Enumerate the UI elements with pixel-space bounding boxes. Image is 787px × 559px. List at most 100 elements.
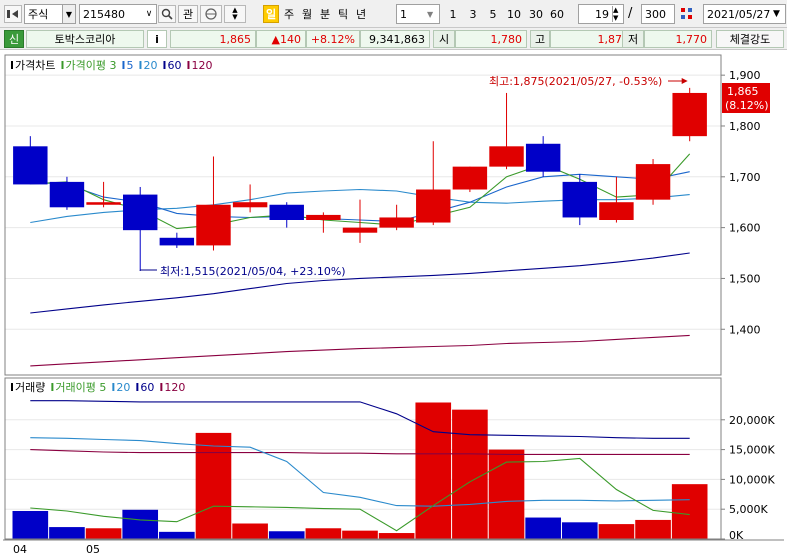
volume-bar[interactable] xyxy=(195,432,232,539)
volume-tick-label: 20,000K xyxy=(729,414,775,427)
candle-body[interactable] xyxy=(269,204,304,220)
candle-body[interactable] xyxy=(306,214,341,220)
relation-button[interactable]: 관 xyxy=(178,5,198,23)
candle-body[interactable] xyxy=(379,217,414,228)
candle-body[interactable] xyxy=(13,146,48,185)
date-picker-value: 2021/05/27 xyxy=(707,7,771,21)
price-legend-marker xyxy=(61,61,64,69)
chart-area[interactable]: 1,900 1,800 1,700 1,600 1,500 1,400 20,000K 15,… xyxy=(3,53,784,556)
chevron-down-icon[interactable]: ▼ xyxy=(427,10,439,19)
volume-bar[interactable] xyxy=(85,528,122,539)
tab-minute[interactable]: 분 xyxy=(317,5,333,23)
tab-year[interactable]: 년 xyxy=(353,5,369,23)
volume-bar[interactable] xyxy=(671,484,708,539)
candle-body[interactable] xyxy=(86,202,121,205)
candle-body[interactable] xyxy=(196,204,231,246)
volume-tick-label: 10,000K xyxy=(729,473,775,486)
volume-bar[interactable] xyxy=(12,510,49,539)
candle-body[interactable] xyxy=(122,194,158,231)
volume-bar[interactable] xyxy=(635,519,671,539)
market-select[interactable]: 주식 ▼ xyxy=(24,4,76,24)
candle-body[interactable] xyxy=(49,181,85,208)
chevron-down-icon[interactable]: ∨ xyxy=(142,9,156,19)
strength-button[interactable]: 체결강도 xyxy=(716,30,784,48)
chevron-down-icon[interactable]: ▼ xyxy=(62,5,75,23)
preset-1[interactable]: 1 xyxy=(446,5,460,23)
search-button[interactable] xyxy=(158,5,176,23)
panel-toggle-icon[interactable] xyxy=(4,5,22,23)
count-stepper-icon[interactable]: ▲ ▼ xyxy=(612,6,623,22)
candle-body[interactable] xyxy=(416,189,451,223)
tab-month[interactable]: 월 xyxy=(299,5,315,23)
candle-body[interactable] xyxy=(342,227,378,233)
stock-info-bar: 신 토박스코리아 i 1,865 ▲140 +8.12% 9,341,863 시… xyxy=(0,28,787,50)
current-price: 1,865 xyxy=(170,30,256,48)
volume-bar[interactable] xyxy=(122,509,159,539)
total-input-value: 300 xyxy=(645,7,666,21)
candle-body[interactable] xyxy=(672,92,707,137)
tab-week[interactable]: 주 xyxy=(281,5,297,23)
candle-body[interactable] xyxy=(489,146,524,167)
stock-code-input[interactable]: 215480 ∨ xyxy=(79,4,157,24)
stock-name: 토박스코리아 xyxy=(26,30,144,48)
total-input[interactable]: 300 xyxy=(641,4,675,24)
candle-body[interactable] xyxy=(452,166,488,190)
volume-legend-marker xyxy=(51,383,54,391)
volume-bar[interactable] xyxy=(268,531,305,539)
volume-legend-marker xyxy=(160,383,163,391)
price-tick-label: 1,800 xyxy=(729,120,761,133)
low-price: 1,770 xyxy=(644,30,712,48)
volume-bar[interactable] xyxy=(488,449,525,539)
search-icon xyxy=(161,8,173,20)
candle-body[interactable] xyxy=(232,202,268,208)
preset-3[interactable]: 3 xyxy=(466,5,480,23)
settings-button[interactable] xyxy=(677,5,697,23)
chevron-down-icon[interactable]: ▼ xyxy=(773,9,785,19)
tab-day[interactable]: 일 xyxy=(263,5,279,23)
preset-60[interactable]: 60 xyxy=(548,5,566,23)
info-button[interactable]: i xyxy=(147,30,167,48)
volume-legend-label: 거래이평 5 xyxy=(55,381,106,394)
stock-chart[interactable]: 1,900 1,800 1,700 1,600 1,500 1,400 20,000K 15,… xyxy=(3,53,784,556)
volume-bar[interactable] xyxy=(49,527,85,539)
volume-bar[interactable] xyxy=(159,531,195,539)
stepper-button[interactable]: ▲ ▼ xyxy=(224,5,246,23)
volume-bar[interactable] xyxy=(342,530,378,539)
volume-legend-label: 60 xyxy=(140,381,154,394)
period-select[interactable]: 1 ▼ xyxy=(396,4,440,24)
stepper-down-icon[interactable]: ▼ xyxy=(232,14,237,21)
volume-bar[interactable] xyxy=(415,402,452,539)
candle-body[interactable] xyxy=(599,202,634,220)
count-input[interactable]: 19 ▲ ▼ xyxy=(578,4,624,24)
preset-30[interactable]: 30 xyxy=(527,5,545,23)
candle-body[interactable] xyxy=(562,181,598,218)
date-picker[interactable]: 2021/05/27 ▼ xyxy=(703,4,786,24)
link-button[interactable] xyxy=(200,5,222,23)
price-legend-label: 가격이평 3 xyxy=(65,59,116,72)
price-tick-label: 1,500 xyxy=(729,272,761,285)
count-input-value: 19 xyxy=(595,7,609,21)
candle-body[interactable] xyxy=(525,143,561,172)
volume-bar[interactable] xyxy=(598,524,635,539)
current-price-label: 1,865 xyxy=(727,85,759,98)
x-label-05: 05 xyxy=(86,543,100,556)
current-rate-label: (8.12%) xyxy=(725,99,769,112)
volume-bar[interactable] xyxy=(525,517,561,539)
candle-body[interactable] xyxy=(635,164,671,200)
volume-bar[interactable] xyxy=(561,522,598,539)
volume-bar[interactable] xyxy=(452,409,488,539)
tab-tick[interactable]: 틱 xyxy=(335,5,351,23)
preset-10[interactable]: 10 xyxy=(505,5,523,23)
grid-settings-icon xyxy=(681,8,692,19)
price-tick-label: 1,600 xyxy=(729,222,761,235)
volume-bar[interactable] xyxy=(232,523,268,539)
open-label: 시 xyxy=(433,30,455,48)
preset-5[interactable]: 5 xyxy=(486,5,500,23)
volume-bar[interactable] xyxy=(305,528,342,539)
candle-body[interactable] xyxy=(159,237,195,246)
x-label-04: 04 xyxy=(13,543,27,556)
volume-bar[interactable] xyxy=(378,533,415,539)
price-legend-label: 20 xyxy=(143,59,157,72)
price-legend-label: 가격차트 xyxy=(15,59,55,72)
volume-tick-label: 0K xyxy=(729,529,744,542)
